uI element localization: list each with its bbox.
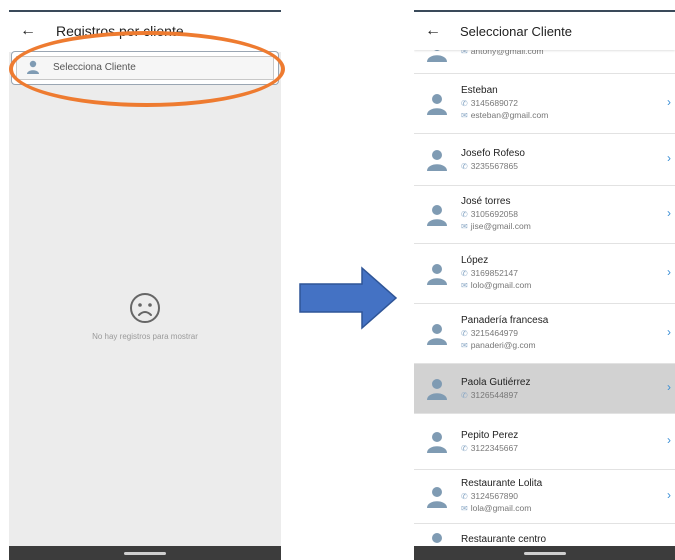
mail-icon: ✉ (461, 222, 468, 231)
home-indicator[interactable] (124, 552, 166, 555)
client-name: Panadería francesa (461, 315, 549, 326)
phone-icon: ✆ (461, 328, 468, 338)
client-phone: ✆ 3235567865 (461, 161, 518, 171)
chevron-right-icon[interactable]: › (667, 380, 671, 394)
client-phone: ✆ 3124567890 (461, 491, 518, 501)
client-email-value: jise@gmail.com (470, 221, 531, 231)
chevron-right-icon[interactable]: › (667, 95, 671, 109)
person-icon (427, 150, 447, 171)
client-phone: ✆ 3126544897 (461, 390, 518, 400)
client-name: José torres (461, 196, 511, 207)
phone-icon: ✆ (461, 491, 468, 501)
client-row[interactable]: Pepito Perez ✆ 3122345667 › (414, 414, 675, 470)
client-email: ✉ esteban@gmail.com (461, 110, 548, 120)
right-app-bar: ← Seleccionar Cliente (414, 10, 675, 50)
client-email: ✉ lolo@gmail.com (461, 280, 531, 290)
person-icon (427, 94, 447, 115)
chevron-right-icon[interactable]: › (667, 325, 671, 339)
client-email: ✉ panaderi@g.com (461, 340, 536, 350)
client-row[interactable]: López ✆ 3169852147 ✉ lolo@gmail.com › (414, 244, 675, 304)
person-icon (427, 205, 447, 226)
phone-icon: ✆ (461, 268, 468, 278)
client-phone: ✆ 3215464979 (461, 328, 518, 338)
mail-icon: ✉ (461, 504, 468, 513)
client-name: Restaurante centro (461, 534, 547, 545)
client-email: ✉ jise@gmail.com (461, 221, 531, 231)
client-phone: ✆ 3122345667 (461, 443, 518, 453)
client-phone-value: 3145689072 (470, 97, 518, 108)
highlight-ellipse (9, 31, 285, 107)
chevron-right-icon[interactable]: › (667, 265, 671, 279)
transition-arrow (299, 266, 398, 330)
client-phone-value: 3215464979 (470, 327, 518, 338)
sad-face-icon (130, 293, 160, 323)
client-phone: ✆ 3105692058 (461, 209, 518, 219)
client-email-value: panaderi@g.com (470, 340, 536, 350)
person-icon (427, 264, 447, 285)
client-row[interactable]: Panadería francesa ✆ 3215464979 ✉ panaderi@g… (414, 304, 675, 364)
chevron-right-icon[interactable]: › (667, 206, 671, 220)
client-email-value: esteban@gmail.com (470, 110, 549, 120)
client-email-value: lolo@gmail.com (470, 280, 532, 290)
client-phone-value: 3235567865 (470, 160, 518, 171)
home-indicator[interactable] (523, 552, 566, 555)
back-arrow-icon[interactable]: ← (425, 23, 441, 39)
empty-state-message: No hay registros para mostrar (92, 332, 198, 341)
system-nav-bar (414, 546, 675, 560)
client-email: ✉ lola@gmail.com (461, 503, 531, 513)
chevron-right-icon[interactable]: › (667, 488, 671, 502)
client-row[interactable]: Josefo Rofeso ✆ 3235567865 › (414, 134, 675, 186)
phone-icon: ✆ (461, 98, 468, 108)
client-email-value: lola@gmail.com (470, 503, 532, 513)
back-arrow-icon[interactable]: ← (20, 23, 36, 39)
client-name: Pepito Perez (461, 430, 519, 441)
phone-icon: ✆ (461, 443, 468, 453)
client-name: Restaurante Lolita (461, 478, 543, 489)
client-phone-value: 3105692058 (470, 208, 518, 219)
person-icon (427, 487, 447, 508)
client-phone-value: 3126544897 (470, 389, 518, 400)
system-nav-bar (9, 546, 281, 560)
mail-icon: ✉ (461, 341, 468, 350)
client-phone: ✆ 3145689072 (461, 98, 518, 108)
client-row[interactable]: José torres ✆ 3105692058 ✉ jise@gmail.com › (414, 186, 675, 244)
chevron-right-icon[interactable]: › (667, 433, 671, 447)
client-row[interactable]: Esteban ✆ 3145689072 ✉ esteban@gmail.com › (414, 74, 675, 134)
client-phone: ✆ 3169852147 (461, 268, 518, 278)
client-name: López (461, 255, 489, 266)
right-phone-screen: ← Seleccionar Cliente ✉ antony@gmail.com E… (414, 10, 675, 560)
client-name: Paola Gutiérrez (461, 377, 531, 388)
client-name: Esteban (461, 85, 498, 96)
mail-icon: ✉ (461, 281, 468, 290)
page-title: Seleccionar Cliente (460, 24, 573, 39)
phone-icon: ✆ (461, 209, 468, 219)
client-row[interactable]: Restaurante Lolita ✆ 3124567890 ✉ lola@gmail… (414, 470, 675, 524)
client-row[interactable]: Paola Gutiérrez ✆ 3126544897 › (414, 364, 675, 414)
client-phone-value: 3124567890 (470, 490, 518, 501)
person-icon (427, 324, 447, 345)
client-name: Josefo Rofeso (461, 148, 525, 159)
phone-icon: ✆ (461, 390, 468, 400)
phone-icon: ✆ (461, 161, 468, 171)
person-icon (427, 432, 447, 453)
client-phone-value: 3169852147 (470, 267, 518, 278)
chevron-right-icon[interactable]: › (667, 151, 671, 165)
person-icon (427, 379, 447, 400)
client-phone-value: 3122345667 (470, 442, 518, 453)
mail-icon: ✉ (461, 111, 468, 120)
